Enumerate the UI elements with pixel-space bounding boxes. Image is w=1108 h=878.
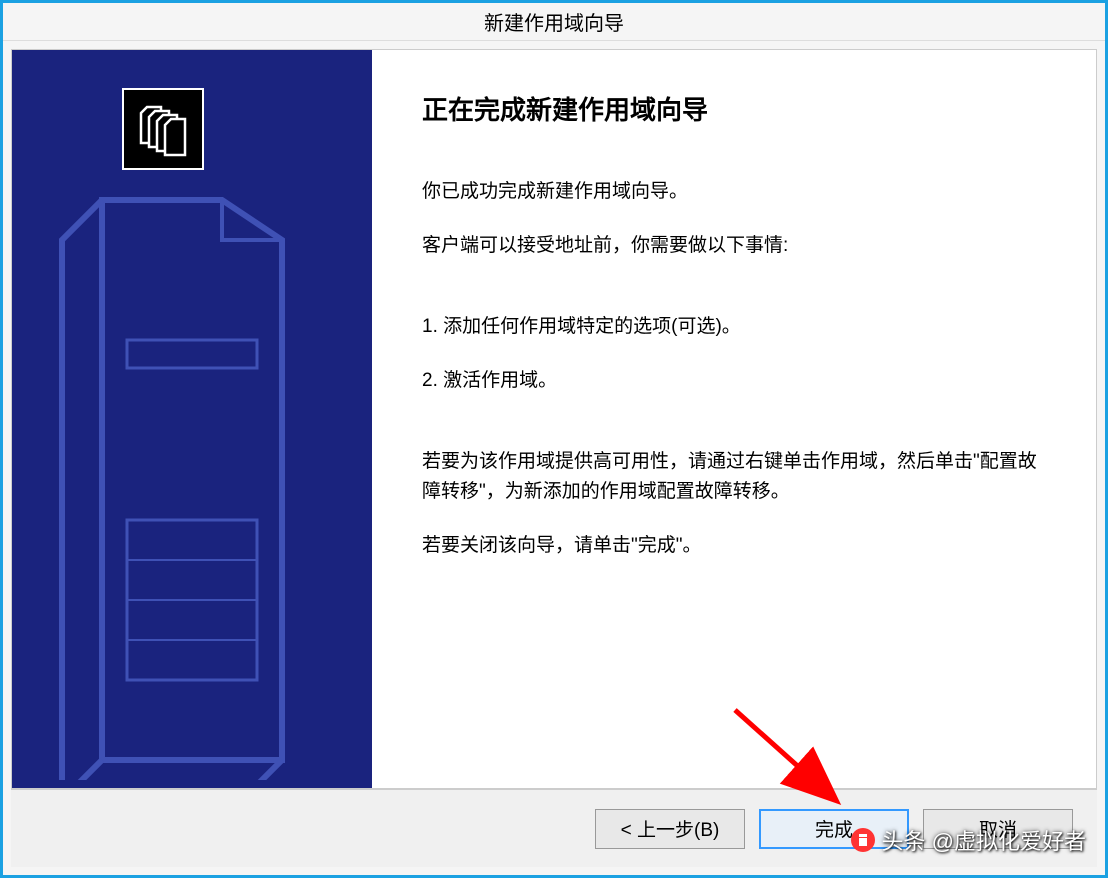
instructions-intro: 客户端可以接受地址前，你需要做以下事情: — [422, 231, 1046, 261]
ha-instructions: 若要为该作用域提供高可用性，请通过右键单击作用域，然后单击"配置故障转移"，为新… — [422, 447, 1046, 508]
server-graphic — [42, 80, 342, 780]
cancel-button[interactable]: 取消 — [923, 809, 1073, 849]
step-1: 1. 添加任何作用域特定的选项(可选)。 — [422, 312, 1046, 342]
wizard-heading: 正在完成新建作用域向导 — [422, 90, 1046, 127]
main-content: 正在完成新建作用域向导 你已成功完成新建作用域向导。 客户端可以接受地址前，你需… — [372, 50, 1096, 788]
wizard-sidebar — [12, 50, 372, 788]
close-instructions: 若要关闭该向导，请单击"完成"。 — [422, 531, 1046, 561]
finish-button[interactable]: 完成 — [759, 809, 909, 849]
completion-text: 你已成功完成新建作用域向导。 — [422, 177, 1046, 207]
step-2: 2. 激活作用域。 — [422, 366, 1046, 396]
button-bar: < 上一步(B) 完成 取消 — [11, 789, 1097, 867]
files-icon — [122, 88, 204, 170]
back-button[interactable]: < 上一步(B) — [595, 809, 745, 849]
wizard-dialog: 新建作用域向导 — [0, 0, 1108, 878]
title-bar: 新建作用域向导 — [3, 3, 1105, 41]
content-area: 正在完成新建作用域向导 你已成功完成新建作用域向导。 客户端可以接受地址前，你需… — [11, 49, 1097, 789]
dialog-title: 新建作用域向导 — [484, 7, 624, 36]
